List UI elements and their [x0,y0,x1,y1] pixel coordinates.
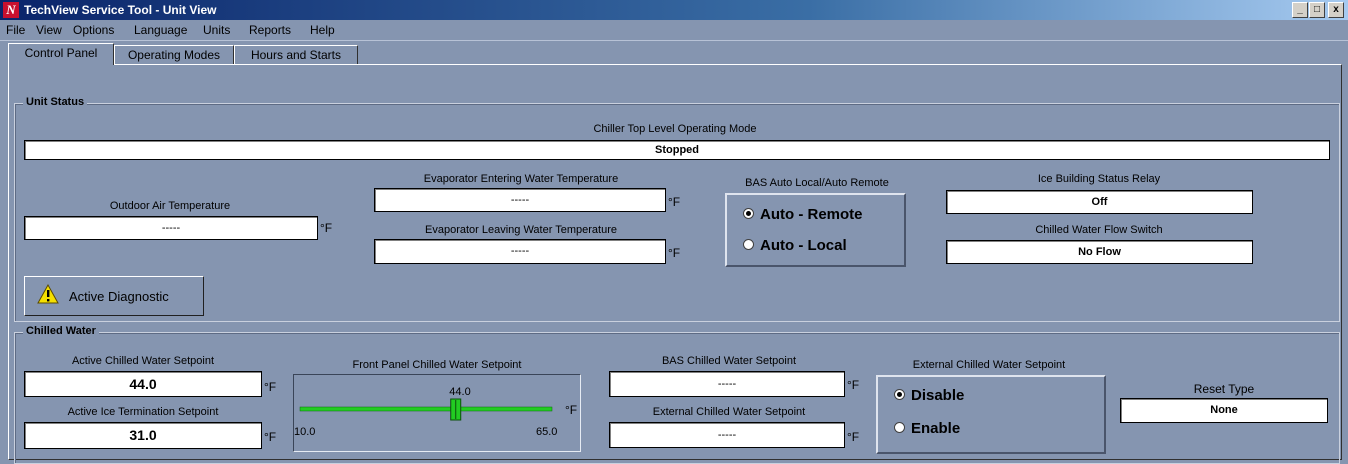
evap-leaving-label: Evaporator Leaving Water Temperature [425,224,617,236]
radio-disable[interactable]: Disable [894,387,964,404]
outdoor-air-label: Outdoor Air Temperature [109,200,231,212]
radio-auto-remote[interactable]: Auto - Remote [743,206,863,223]
external-setpoint-label: External Chilled Water Setpoint [652,406,806,418]
active-setpoint-label: Active Chilled Water Setpoint [71,355,215,367]
ice-relay-field: Off [946,190,1253,214]
top-mode-label: Chiller Top Level Operating Mode [593,123,757,135]
evap-leaving-unit: °F [668,246,681,260]
outdoor-air-unit: °F [320,221,333,235]
app-logo-icon: N [3,2,19,18]
front-panel-setpoint-label: Front Panel Chilled Water Setpoint [352,359,522,371]
auto-local-label: Auto - Local [760,237,847,254]
title-bar: N TechView Service Tool - Unit View _ □ … [0,0,1348,20]
menu-view[interactable]: View [36,23,62,37]
slider-max-label: 65.0 [536,426,558,438]
minimize-button[interactable]: _ [1292,2,1308,18]
outdoor-air-field: ----- [24,216,318,240]
menu-separator [0,40,1348,41]
radio-enable[interactable]: Enable [894,420,960,437]
bas-mode-label: BAS Auto Local/Auto Remote [745,177,889,189]
radio-selected-icon [743,207,754,219]
bas-setpoint-unit: °F [847,378,860,392]
menu-options[interactable]: Options [73,23,114,37]
menu-bar: File View Options Language Units Reports… [0,20,1348,40]
top-mode-field: Stopped [24,140,1330,160]
evap-entering-field: ----- [374,188,666,212]
bas-setpoint-label: BAS Chilled Water Setpoint [661,355,797,367]
radio-unselected-icon [743,238,754,250]
slider-min-label: 10.0 [294,426,316,438]
radio-auto-local[interactable]: Auto - Local [743,237,847,254]
bas-mode-radio-group: Auto - Remote Auto - Local [725,193,906,267]
bas-setpoint-field: ----- [609,371,845,397]
ice-termination-label: Active Ice Termination Setpoint [67,406,219,418]
chilled-water-title: Chilled Water [23,325,99,337]
close-button[interactable]: x [1328,2,1344,18]
external-setpoint-field: ----- [609,422,845,448]
slider-unit: °F [565,403,578,417]
flow-switch-label: Chilled Water Flow Switch [1035,224,1163,236]
unit-status-title: Unit Status [23,96,88,108]
external-setpoint-unit: °F [847,430,860,444]
slider-thumb[interactable] [450,398,462,421]
warning-icon [37,284,59,304]
tab-operating-modes[interactable]: Operating Modes [114,45,234,65]
window-title: TechView Service Tool - Unit View [24,3,217,17]
active-setpoint-field: 44.0 [24,371,262,397]
front-panel-slider[interactable] [296,396,556,424]
radio-unselected-icon [894,421,905,433]
enable-label: Enable [911,420,961,437]
evap-leaving-field: ----- [374,239,666,264]
menu-reports[interactable]: Reports [249,23,291,37]
reset-type-label: Reset Type [1193,382,1255,396]
active-setpoint-unit: °F [264,380,277,394]
slider-track [299,406,553,412]
tab-control-panel[interactable]: Control Panel [8,43,114,65]
disable-label: Disable [911,387,965,404]
menu-language[interactable]: Language [134,23,187,37]
menu-file[interactable]: File [6,23,25,37]
evap-entering-unit: °F [668,195,681,209]
evap-entering-label: Evaporator Entering Water Temperature [423,173,619,185]
active-diagnostic-label: Active Diagnostic [69,289,169,304]
active-diagnostic-button[interactable]: Active Diagnostic [24,276,204,316]
auto-remote-label: Auto - Remote [760,206,863,223]
menu-help[interactable]: Help [310,23,335,37]
external-mode-label: External Chilled Water Setpoint [912,359,1066,371]
tab-hours-and-starts[interactable]: Hours and Starts [234,45,358,65]
radio-selected-icon [894,388,905,400]
external-mode-radio-group: Disable Enable [876,375,1106,454]
ice-termination-unit: °F [264,430,277,444]
flow-switch-field: No Flow [946,240,1253,264]
ice-termination-field: 31.0 [24,422,262,449]
reset-type-field: None [1120,398,1328,423]
ice-relay-label: Ice Building Status Relay [1037,173,1161,185]
maximize-button[interactable]: □ [1309,2,1325,18]
menu-units[interactable]: Units [203,23,230,37]
